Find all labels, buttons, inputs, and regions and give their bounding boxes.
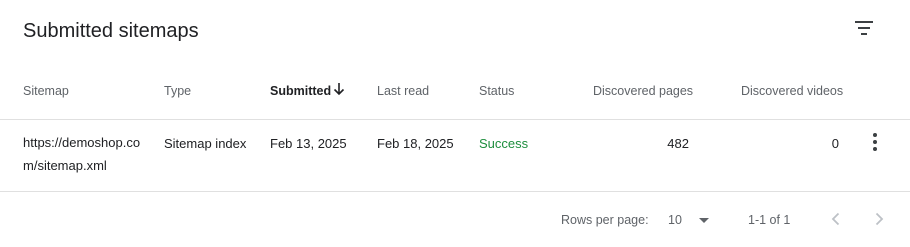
column-header-last-read[interactable]: Last read <box>377 84 429 98</box>
submitted-sitemaps-card: Submitted sitemaps Sitemap Type Submitte… <box>0 0 910 247</box>
discovered-pages-count: 482 <box>667 136 689 151</box>
more-options-icon[interactable] <box>866 130 884 154</box>
last-read-date: Feb 18, 2025 <box>377 136 454 151</box>
rows-per-page-value: 10 <box>668 213 682 227</box>
status-badge: Success <box>479 136 529 151</box>
discovered-videos-count: 0 <box>831 136 839 151</box>
card-title: Submitted sitemaps <box>23 20 199 42</box>
chevron-left-icon[interactable] <box>825 208 847 230</box>
rows-per-page-label: Rows per page: <box>561 213 649 227</box>
header-divider <box>0 119 910 120</box>
rows-per-page-select[interactable]: 10 <box>668 210 716 230</box>
row-divider <box>0 191 910 192</box>
column-header-type[interactable]: Type <box>164 84 191 98</box>
column-header-submitted[interactable]: Submitted <box>270 84 331 98</box>
sitemap-type: Sitemap index <box>164 136 247 151</box>
chevron-right-icon[interactable] <box>868 208 890 230</box>
column-header-status[interactable]: Status <box>479 84 514 98</box>
submitted-date: Feb 13, 2025 <box>270 136 347 151</box>
pagination-range: 1-1 of 1 <box>748 213 791 227</box>
filter-icon[interactable] <box>850 14 878 42</box>
column-header-discovered-videos[interactable]: Discovered videos <box>741 84 843 98</box>
dropdown-caret-icon <box>699 218 709 223</box>
sort-descending-icon[interactable] <box>333 82 345 96</box>
sitemap-url[interactable]: https://demoshop.com/sitemap.xml <box>23 131 153 177</box>
column-header-sitemap[interactable]: Sitemap <box>23 84 69 98</box>
column-header-discovered-pages[interactable]: Discovered pages <box>593 84 693 98</box>
